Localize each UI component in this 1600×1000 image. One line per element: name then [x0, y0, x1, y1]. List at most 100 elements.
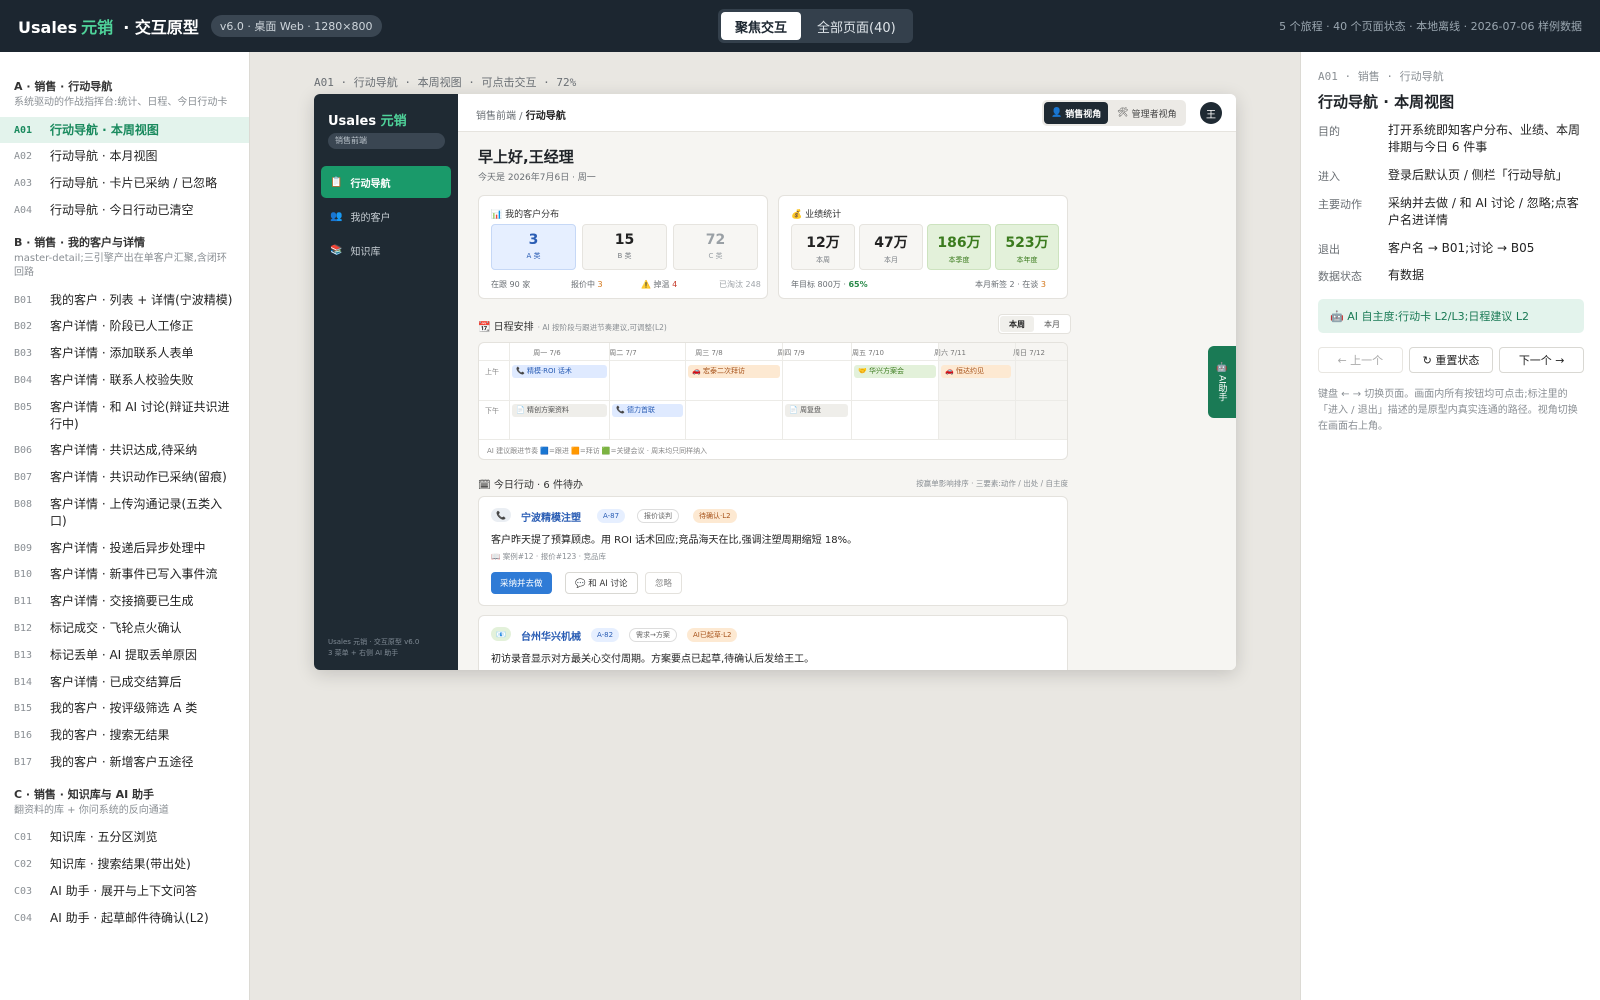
page-list-item[interactable]: B11 客户详情 · 交接摘要已生成	[0, 588, 249, 615]
breadcrumb-parent[interactable]: 销售前端 /	[476, 111, 523, 122]
page-list-item[interactable]: B08 客户详情 · 上传沟通记录(五类入口)	[0, 491, 249, 535]
row-key: 数据状态	[1318, 270, 1362, 284]
page-list-item[interactable]: A02 行动导航 · 本月视图	[0, 143, 249, 170]
page-list-item[interactable]: B12 标记成交 · 飞轮点火确认	[0, 615, 249, 642]
page-label: 客户详情 · 新事件已写入事件流	[50, 567, 218, 582]
discuss-with-ai-button[interactable]: 💬 和 AI 讨论	[565, 572, 638, 594]
page-label: 行动导航 · 本月视图	[50, 149, 158, 164]
schedule-event[interactable]: 🚗 恒达约见	[941, 365, 1011, 378]
row-key: 主要动作	[1318, 197, 1362, 211]
page-code: B06	[14, 445, 33, 457]
page-code: B16	[14, 730, 33, 742]
page-code: B11	[14, 596, 33, 608]
page-label: 客户详情 · 已成交结算后	[50, 674, 182, 689]
page-list-item[interactable]: B13 标记丢单 · AI 提取丢单原因	[0, 642, 249, 669]
reset-state-button[interactable]: ↻ 重置状态	[1408, 347, 1494, 374]
page-code: C01	[14, 832, 33, 844]
performance-card: 💰 业绩统计 12万 本周 47万 本月 186万 本季度 523万 本年度 年…	[778, 195, 1068, 299]
toggle-this-week[interactable]: 本周	[1000, 316, 1034, 332]
page-label: 客户详情 · 共识达成,待采纳	[50, 443, 198, 458]
tab-all-pages[interactable]: 全部页面(40)	[803, 12, 910, 40]
rating-tag: A-82	[591, 628, 620, 642]
stat-class-b[interactable]: 15 B 类	[582, 224, 667, 270]
frontend-badge: 销售前端	[328, 133, 445, 149]
tab-focus-interaction[interactable]: 聚焦交互	[721, 12, 802, 40]
page-list-item[interactable]: B07 客户详情 · 共识动作已采纳(留痕)	[0, 464, 249, 491]
page-label: 客户详情 · 和 AI 讨论(辩证共识进行中)	[50, 399, 230, 431]
page-code: B14	[14, 676, 33, 688]
page-list-item[interactable]: B06 客户详情 · 共识达成,待采纳	[0, 437, 249, 464]
page-list-item[interactable]: B09 客户详情 · 投递后异步处理中	[0, 535, 249, 562]
page-list-item[interactable]: B04 客户详情 · 联系人校验失败	[0, 367, 249, 394]
in-progress-count: 在跟 90 家	[491, 280, 531, 289]
page-list-item[interactable]: B16 我的客户 · 搜索无结果	[0, 722, 249, 749]
page-list-item[interactable]: B05 客户详情 · 和 AI 讨论(辩证共识进行中)	[0, 394, 249, 438]
action-sources[interactable]: 📖 案例#12 · 报价#123 · 竞品库	[491, 551, 606, 562]
page-list-item[interactable]: B14 客户详情 · 已成交结算后	[0, 669, 249, 696]
stat-label: A 类	[526, 252, 541, 260]
schedule-event[interactable]: 🚗 宏泰二次拜访	[688, 365, 780, 378]
row-label-am: 上午	[485, 368, 499, 376]
page-list-item[interactable]: C04 AI 助手 · 起草邮件待确认(L2)	[0, 905, 249, 932]
page-list-item[interactable]: B02 客户详情 · 阶段已人工修正	[0, 313, 249, 340]
stat-value: 15	[614, 232, 635, 248]
day-header: 周四 7/9	[777, 349, 805, 357]
schedule-event[interactable]: 📄 周复盘	[785, 404, 848, 417]
row-value: 客户名 → B01;讨论 → B05	[1388, 240, 1535, 255]
deals-value: 3	[1040, 280, 1046, 289]
previous-button[interactable]: ← 上一个	[1318, 347, 1403, 374]
avatar[interactable]: 王	[1200, 102, 1222, 124]
customer-name-link[interactable]: 宁波精模注塑	[521, 509, 581, 524]
page-list-item[interactable]: A04 行动导航 · 今日行动已清空	[0, 197, 249, 224]
stat-label: 本季度	[948, 256, 970, 264]
nav-my-customers[interactable]: 👥 我的客户	[321, 200, 451, 232]
person-icon: 👤	[1051, 108, 1063, 118]
page-list-item[interactable]: B10 客户详情 · 新事件已写入事件流	[0, 561, 249, 588]
card-title: 📊 我的客户分布	[491, 210, 560, 220]
ignore-button[interactable]: 忽略	[645, 572, 683, 594]
page-list-item[interactable]: A03 行动导航 · 卡片已采纳 / 已忽略	[0, 170, 249, 197]
role-manager-view[interactable]: 🛠 管理者视角	[1110, 102, 1183, 124]
schedule-event[interactable]: 📞 精模·ROI 话术	[512, 365, 607, 378]
toggle-this-month[interactable]: 本月	[1035, 316, 1069, 332]
schedule-grid: 周一 7/6 周二 7/7 周三 7/8 周四 7/9 周五 7/10 周六 7…	[478, 342, 1068, 460]
autonomy-tag: AI已起草·L2	[687, 628, 738, 642]
version-badge: v6.0 · 桌面 Web · 1280×800	[210, 15, 382, 37]
page-list-item[interactable]: B15 我的客户 · 按评级筛选 A 类	[0, 695, 249, 722]
app-logo: Usales 元销	[328, 110, 407, 129]
page-list-item[interactable]: C03 AI 助手 · 展开与上下文问答	[0, 878, 249, 905]
page-list-item[interactable]: B03 客户详情 · 添加联系人表单	[0, 340, 249, 367]
adopt-button[interactable]: 采纳并去做	[491, 572, 552, 594]
grid-line	[609, 343, 610, 439]
nav-action-navigation[interactable]: 📋 行动导航	[321, 166, 451, 198]
page-code: B13	[14, 649, 33, 661]
stat-class-a[interactable]: 3 A 类	[491, 224, 576, 270]
ai-assistant-tab[interactable]: 🤖 AI助手	[1208, 346, 1236, 418]
today-actions-title: 🗓 今日行动 · 6 件待办	[478, 480, 583, 491]
page-list-item[interactable]: C01 知识库 · 五分区浏览	[0, 824, 249, 851]
page-code: B09	[14, 542, 33, 554]
grid-line	[851, 343, 852, 439]
schedule-title: 📆 日程安排 · AI 按阶段与跟进节奏建议,可调整(L2)	[478, 318, 667, 333]
page-code: A04	[14, 204, 33, 216]
app-main: 销售前端 / 行动导航 👤 销售视角 🛠 管理者视角 王 早上好,王经理 今天是…	[458, 94, 1236, 670]
role-sales-view[interactable]: 👤 销售视角	[1044, 102, 1109, 124]
schedule-event[interactable]: 🤝 华兴方案会	[854, 365, 936, 378]
next-button[interactable]: 下一个 →	[1499, 347, 1585, 374]
customer-name-link[interactable]: 台州华兴机械	[521, 628, 581, 643]
page-list-item[interactable]: C02 知识库 · 搜索结果(带出处)	[0, 851, 249, 878]
role-switch: 👤 销售视角 🛠 管理者视角	[1042, 100, 1186, 126]
schedule-event[interactable]: 📄 精创方案资料	[512, 404, 607, 417]
page-list-item[interactable]: B17 我的客户 · 新增客户五途径	[0, 749, 249, 776]
action-card: 📧 台州华兴机械 A-82 需求→方案 AI已起草·L2 初访录音显示对方最关心…	[478, 615, 1068, 670]
schedule-event[interactable]: 📞 德力首联	[612, 404, 683, 417]
nav-group-description: master-detail;三引擎产出在单客户汇聚,含闭环回路	[14, 252, 227, 279]
page-label: AI 助手 · 起草邮件待确认(L2)	[50, 910, 209, 925]
page-label: 我的客户 · 列表 + 详情(宁波精模)	[50, 292, 233, 307]
page-list-item[interactable]: A01 行动导航 · 本周视图	[0, 116, 249, 144]
page-label: 客户详情 · 共识动作已采纳(留痕)	[50, 470, 227, 485]
stat-class-c[interactable]: 72 C 类	[673, 224, 758, 270]
nav-knowledge-base[interactable]: 📚 知识库	[321, 234, 451, 266]
page-list-item[interactable]: B01 我的客户 · 列表 + 详情(宁波精模)	[0, 287, 249, 314]
page-code: C02	[14, 859, 33, 871]
